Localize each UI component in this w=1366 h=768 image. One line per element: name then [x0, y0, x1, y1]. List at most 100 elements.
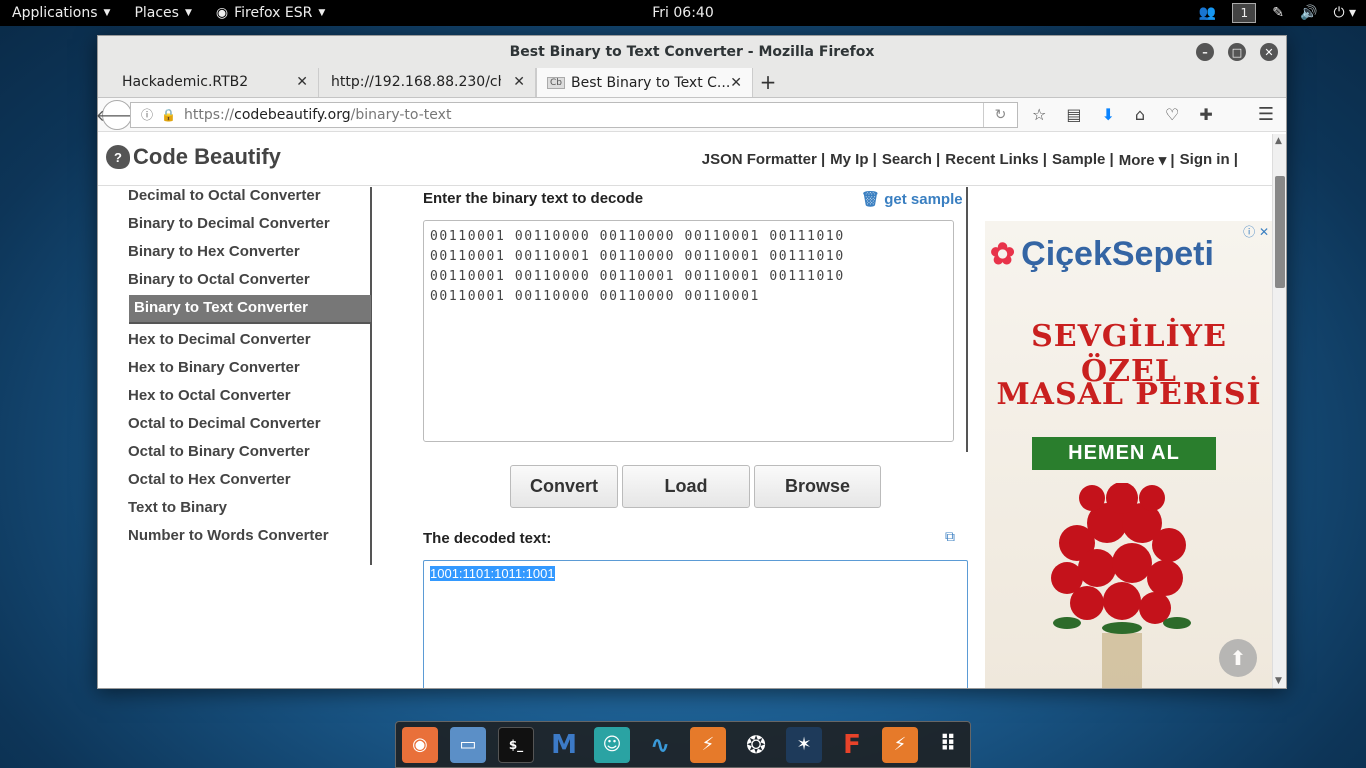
terminal-icon[interactable]: $_ [498, 726, 534, 763]
titlebar: Best Binary to Text Converter - Mozilla … [98, 36, 1286, 68]
nav-sample[interactable]: Sample | [1052, 151, 1114, 169]
volume-icon[interactable]: 🔊 [1300, 5, 1317, 21]
sidebar-item[interactable]: Text to Binary [128, 499, 227, 516]
sidebar-item[interactable]: Hex to Decimal Converter [128, 331, 311, 348]
ad-headline-2: MASAL PERİSİ [996, 377, 1262, 412]
output-label: The decoded text: [423, 530, 552, 547]
metasploit-icon[interactable]: M [546, 727, 582, 763]
new-tab-button[interactable]: + [753, 67, 783, 97]
scroll-down-icon[interactable]: ▼ [1275, 676, 1282, 686]
sidebar-item-active[interactable]: Binary to Text Converter [129, 295, 371, 324]
people-icon[interactable]: 👥 [1199, 5, 1216, 21]
nav-search[interactable]: Search | [882, 151, 940, 169]
bookmark-star-icon[interactable]: ☆ [1032, 105, 1046, 124]
nav-sign-in[interactable]: Sign in | [1180, 151, 1238, 169]
top-panel: Applications ▼ Places ▼ ◉ Firefox ESR ▼ Fri … [0, 0, 1366, 26]
sidebar-item[interactable]: Hex to Binary Converter [128, 359, 300, 376]
nav-bar: 🡐 ⓘ 🔒 https://codebeautify.org/binary-to… [96, 98, 1286, 132]
faraday-icon[interactable]: ❂ [738, 727, 774, 763]
maltego-icon[interactable]: ✶ [786, 726, 822, 763]
site-nav: JSON Formatter | My Ip | Search | Recent… [702, 151, 1238, 169]
show-apps-icon[interactable]: ⠿ [930, 727, 966, 763]
advertisement[interactable]: ⓘ ✕ ✿ ÇiçekSepeti SEVGİLİYE ÖZEL MASAL PE… [985, 221, 1272, 688]
url-bar[interactable]: ⓘ 🔒 https://codebeautify.org/binary-to-t… [130, 101, 1018, 128]
sidebar-item[interactable]: Decimal to Octal Converter [128, 187, 321, 204]
nav-recent-links[interactable]: Recent Links | [945, 151, 1047, 169]
close-icon[interactable]: ✕ [296, 74, 308, 90]
chevron-down-icon: ▼ [103, 8, 111, 18]
pocket-icon[interactable]: ♡ [1165, 105, 1179, 124]
input-label: Enter the binary text to decode [423, 190, 644, 207]
places-menu[interactable]: Places ▼ [122, 0, 203, 26]
tab-binary-converter[interactable]: Cb Best Binary to Text C... ✕ [536, 67, 753, 97]
download-icon[interactable]: ⬇ [1101, 105, 1114, 124]
tab-hackademic[interactable]: Hackademic.RTB2 ✕ [102, 67, 319, 97]
ad-cta-button[interactable]: HEMEN AL [1032, 437, 1216, 470]
chevron-down-icon: ▼ [184, 8, 192, 18]
window-title: Best Binary to Text Converter - Mozilla … [509, 44, 875, 60]
sidebar-item[interactable]: Binary to Decimal Converter [128, 215, 330, 232]
roses-image [1051, 483, 1191, 688]
nav-more[interactable]: More ▾ | [1119, 151, 1175, 169]
back-button[interactable]: 🡐 [96, 99, 138, 130]
beef-icon[interactable]: F [834, 727, 870, 763]
close-icon[interactable]: ✕ [730, 75, 742, 91]
binary-input[interactable]: 00110001 00110000 00110000 00110001 0011… [423, 220, 954, 442]
scroll-to-top-button[interactable]: ⬆ [1219, 639, 1257, 677]
minimize-button[interactable]: – [1196, 43, 1214, 61]
tab-ip-address[interactable]: http://192.168.88.230/ch... ✕ [319, 67, 536, 97]
divider [966, 187, 968, 452]
nav-json-formatter[interactable]: JSON Formatter | [702, 151, 825, 169]
site-logo[interactable]: ? Code Beautify [106, 144, 281, 170]
get-sample-link[interactable]: 🗑 get sample [861, 190, 963, 208]
sidebar-item[interactable]: Number to Words Converter [128, 527, 329, 544]
wireshark-icon[interactable]: ∿ [642, 727, 678, 763]
applications-label: Applications [12, 5, 98, 21]
sidebar-item[interactable]: Octal to Decimal Converter [128, 415, 321, 432]
ad-brand-text: ÇiçekSepeti [1021, 235, 1214, 273]
files-icon[interactable]: ▭ [450, 726, 486, 763]
hamburger-menu-icon[interactable]: ☰ [1258, 104, 1274, 125]
reading-list-icon[interactable]: ▤ [1066, 105, 1081, 124]
sidebar-item[interactable]: Hex to Octal Converter [128, 387, 291, 404]
pen-icon[interactable]: ✎ [1272, 5, 1284, 21]
get-sample-label: get sample [884, 191, 963, 208]
convert-button[interactable]: Convert [510, 465, 618, 508]
url-scheme: https:// [183, 106, 235, 123]
load-button[interactable]: Load [622, 465, 750, 508]
home-icon[interactable]: ⌂ [1135, 105, 1145, 124]
firefox-icon[interactable]: ◉ [402, 726, 438, 763]
browse-button[interactable]: Browse [754, 465, 881, 508]
dock: ◉ ▭ $_ M ☺ ∿ ⚡ ❂ ✶ F ⚡ ⠿ [395, 721, 971, 768]
tab-label: Best Binary to Text C... [571, 74, 731, 91]
scroll-thumb[interactable] [1275, 176, 1285, 288]
sidebar-item[interactable]: Octal to Binary Converter [128, 443, 310, 460]
close-button[interactable]: ✕ [1260, 43, 1278, 61]
firefox-label: Firefox ESR [234, 5, 313, 21]
scroll-up-icon[interactable]: ▲ [1275, 136, 1282, 146]
copy-icon[interactable]: ⧉ [945, 529, 955, 545]
chevron-down-icon: ▼ [318, 8, 326, 18]
armitage-icon[interactable]: ☺ [594, 726, 630, 763]
extensions-icon[interactable]: ✚ [1199, 105, 1212, 124]
reload-icon[interactable]: ↻ [983, 102, 1017, 127]
firefox-app-menu[interactable]: ◉ Firefox ESR ▼ [204, 0, 337, 26]
tab-bar: Hackademic.RTB2 ✕ http://192.168.88.230/… [98, 67, 1286, 98]
ad-close-icon[interactable]: ⓘ ✕ [1243, 223, 1269, 240]
close-icon[interactable]: ✕ [513, 74, 525, 90]
sidebar-item[interactable]: Binary to Octal Converter [128, 271, 310, 288]
nav-my-ip[interactable]: My Ip | [830, 151, 877, 169]
page-scrollbar[interactable]: ▲ ▼ [1272, 134, 1286, 688]
sidebar-item[interactable]: Octal to Hex Converter [128, 471, 291, 488]
workspace-indicator[interactable]: 1 [1232, 3, 1257, 23]
power-icon[interactable]: ⏻ ▾ [1333, 5, 1356, 21]
lock-icon[interactable]: 🔒 [161, 108, 176, 122]
decoded-output[interactable]: 1001:1101:1011:1001 [423, 560, 968, 688]
brain-icon: ? [106, 145, 130, 169]
info-icon[interactable]: ⓘ [141, 106, 153, 123]
sidebar-item[interactable]: Binary to Hex Converter [128, 243, 300, 260]
burpsuite-icon[interactable]: ⚡ [690, 726, 726, 763]
zaproxy-icon[interactable]: ⚡ [882, 726, 918, 763]
applications-menu[interactable]: Applications ▼ [0, 0, 122, 26]
maximize-button[interactable]: □ [1228, 43, 1246, 61]
